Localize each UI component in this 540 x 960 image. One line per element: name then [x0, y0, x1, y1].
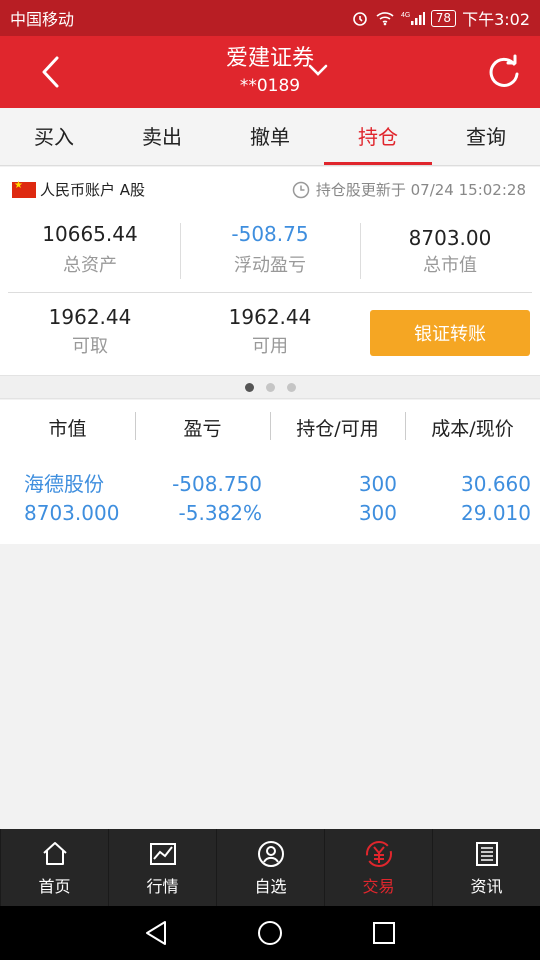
account-type-label: 人民币账户 A股 — [40, 181, 146, 199]
update-time: 持仓股更新于 07/24 15:02:28 — [292, 179, 526, 200]
total-assets: 10665.44 总资产 — [0, 221, 180, 279]
tabbar-label: 交易 — [362, 876, 395, 896]
floating-pnl-value: -508.75 — [231, 222, 309, 246]
clock-icon — [292, 181, 310, 198]
account-number: **0189 — [239, 76, 301, 96]
carrier-label: 中国移动 — [10, 10, 75, 29]
signal-icon: 4G — [401, 12, 425, 25]
stock-name: 海德股份 — [24, 472, 104, 496]
tabbar-trade[interactable]: 交易 — [324, 829, 432, 906]
status-bar: 中国移动 4G 78 下午3:02 — [0, 0, 540, 36]
available: 1962.44 可用 — [180, 304, 360, 360]
page-indicator — [0, 375, 540, 399]
tabbar-label: 资讯 — [470, 876, 503, 896]
column-header-pnl: 盈亏 — [135, 411, 270, 441]
tabbar-label: 自选 — [254, 876, 287, 896]
bottom-tab-bar: 首页 行情 自选 交易 资讯 — [0, 829, 540, 906]
home-icon — [42, 841, 67, 865]
bank-securities-transfer-button[interactable]: 银证转账 — [370, 310, 530, 356]
page-dot-3[interactable] — [286, 382, 296, 392]
floating-pnl: -508.75 浮动盈亏 — [180, 221, 360, 279]
position-pnl: -508.750 — [172, 472, 262, 496]
available-value: 1962.44 — [228, 305, 312, 329]
position-available: 300 — [358, 501, 397, 525]
broker-title[interactable]: 爱建证券 — [0, 46, 540, 72]
refresh-icon[interactable] — [484, 52, 524, 92]
yuan-exchange-icon — [365, 840, 392, 867]
svg-text:4G: 4G — [401, 12, 410, 19]
clock-time: 下午3:02 — [462, 10, 530, 29]
floating-pnl-label: 浮动盈亏 — [234, 255, 306, 276]
tabbar-label: 行情 — [146, 876, 179, 896]
user-icon — [257, 840, 284, 867]
table-row[interactable]: 海德股份 8703.000 -508.750 -5.382% 300 300 3… — [0, 468, 540, 530]
column-header-holding-available: 持仓/可用 — [270, 411, 405, 441]
position-current-price: 29.010 — [461, 501, 531, 525]
positions-table: 海德股份 8703.000 -508.750 -5.382% 300 300 3… — [0, 454, 540, 544]
tabbar-watchlist[interactable]: 自选 — [216, 829, 324, 906]
system-nav-bar — [0, 906, 540, 960]
alarm-icon — [352, 12, 367, 26]
app-header: 爱建证券 **0189 — [0, 36, 540, 108]
total-assets-value: 10665.44 — [42, 222, 138, 246]
positions-table-header: 市值 盈亏 持仓/可用 成本/现价 — [0, 400, 540, 454]
chevron-down-icon[interactable] — [306, 60, 330, 80]
withdrawable-label: 可取 — [72, 336, 108, 357]
column-header-market-value: 市值 — [48, 417, 87, 440]
china-flag-icon — [12, 180, 36, 198]
chart-icon — [149, 842, 176, 865]
status-icons: 4G 78 下午3:02 — [351, 6, 530, 30]
available-label: 可用 — [252, 336, 288, 357]
page-dot-1[interactable] — [244, 382, 254, 392]
tabbar-label: 首页 — [38, 876, 71, 896]
total-assets-label: 总资产 — [63, 255, 117, 276]
wifi-icon — [376, 12, 394, 26]
market-value-label: 总市值 — [423, 255, 477, 276]
account-type: 人民币账户 A股 — [12, 179, 145, 200]
divider — [8, 292, 532, 293]
tab-query[interactable]: 查询 — [432, 108, 540, 165]
tab-buy[interactable]: 买入 — [0, 108, 108, 165]
back-triangle-icon[interactable] — [143, 919, 169, 947]
position-holding: 300 — [358, 472, 397, 496]
withdrawable: 1962.44 可取 — [0, 304, 180, 360]
recents-square-icon[interactable] — [371, 920, 397, 946]
tabbar-market[interactable]: 行情 — [108, 829, 216, 906]
news-icon — [475, 841, 498, 866]
update-time-label: 持仓股更新于 07/24 15:02:28 — [315, 181, 526, 199]
account-summary-panel: 人民币账户 A股 持仓股更新于 07/24 15:02:28 10665.44 … — [0, 167, 540, 375]
trade-tabs: 买入 卖出 撤单 持仓 查询 — [0, 108, 540, 166]
withdrawable-value: 1962.44 — [48, 305, 132, 329]
column-header-cost-price: 成本/现价 — [405, 411, 540, 441]
position-market-value: 8703.000 — [24, 501, 120, 525]
home-circle-icon[interactable] — [256, 919, 284, 947]
tab-sell[interactable]: 卖出 — [108, 108, 216, 165]
tab-positions[interactable]: 持仓 — [324, 108, 432, 165]
battery-icon: 78 — [430, 9, 457, 27]
market-value-value: 8703.00 — [408, 226, 492, 250]
position-pnl-percent: -5.382% — [178, 501, 262, 525]
market-value: 8703.00 总市值 — [360, 225, 540, 279]
page-dot-2[interactable] — [265, 382, 275, 392]
tabbar-news[interactable]: 资讯 — [432, 829, 540, 906]
tabbar-home[interactable]: 首页 — [0, 829, 108, 906]
tab-cancel-order[interactable]: 撤单 — [216, 108, 324, 165]
position-cost: 30.660 — [461, 472, 531, 496]
